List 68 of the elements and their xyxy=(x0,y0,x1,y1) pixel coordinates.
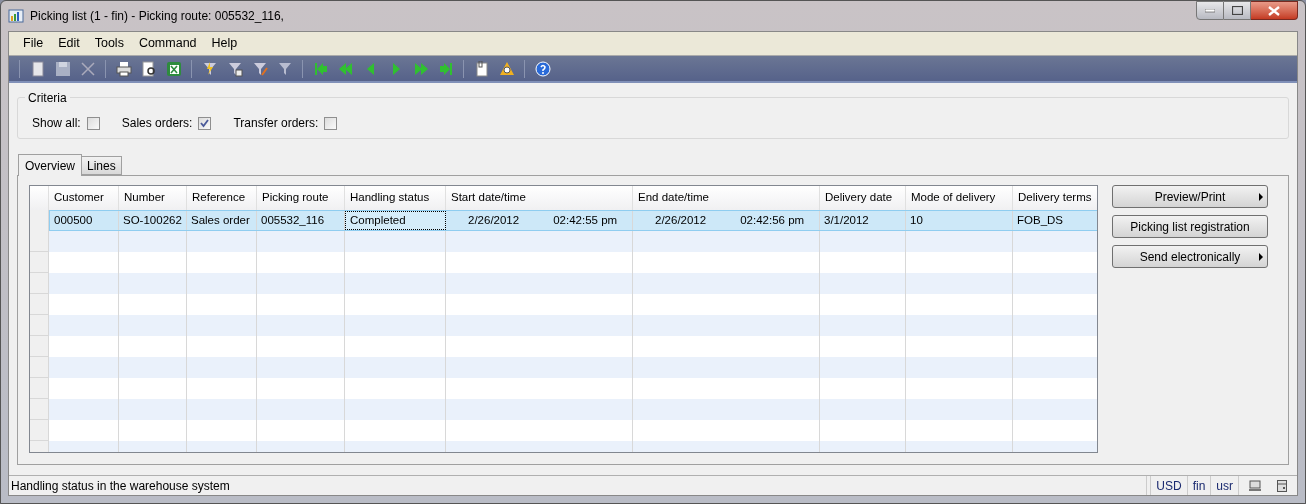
maximize-icon xyxy=(1231,6,1243,15)
maximize-button[interactable] xyxy=(1224,1,1251,20)
checkbox-label: Transfer orders: xyxy=(233,115,319,132)
close-button[interactable] xyxy=(1251,1,1298,20)
table-row[interactable]: 000500 SO-100262 Sales order 005532_116 Completed 2/26/2012 02:42:55 pm 2/26/2012 02:42:56 pm 3/1/2012 10 FOB_DS xyxy=(49,210,1097,231)
delete-icon xyxy=(79,60,96,77)
print-preview-button[interactable] xyxy=(139,59,158,78)
status-message: Handling status in the warehouse system xyxy=(10,477,231,495)
action-button[interactable]: Send electronically xyxy=(1112,245,1268,268)
status-field: fin xyxy=(1186,476,1211,495)
close-icon xyxy=(1268,5,1280,16)
tab[interactable]: Overview xyxy=(18,154,82,176)
save-button[interactable] xyxy=(53,59,72,78)
filter-grid-icon xyxy=(226,60,243,77)
status-field: usr xyxy=(1210,476,1238,495)
new-document-icon xyxy=(29,60,46,77)
table-cell[interactable]: Sales order xyxy=(187,211,257,230)
filter-edit-icon xyxy=(251,60,268,77)
help-icon xyxy=(534,60,551,77)
action-button[interactable]: Picking list registration xyxy=(1112,215,1268,238)
delete-button[interactable] xyxy=(78,59,97,78)
last-record-icon xyxy=(437,60,454,77)
date-text: 2/26/2012 xyxy=(655,212,707,228)
menu-item[interactable]: Help xyxy=(205,34,244,53)
checkbox[interactable] xyxy=(324,116,338,130)
print-button[interactable] xyxy=(114,59,133,78)
minimize-button[interactable] xyxy=(1196,1,1224,20)
time-text: 02:42:55 pm xyxy=(553,212,618,228)
checkmark-icon xyxy=(200,118,210,128)
menu-item[interactable]: Tools xyxy=(88,34,130,53)
menu-item[interactable]: Command xyxy=(132,34,203,53)
table-cell[interactable]: 000500 xyxy=(50,211,119,230)
table-cell[interactable]: Completed xyxy=(345,211,446,230)
checkbox-label: Show all: xyxy=(32,115,81,132)
tab[interactable]: Lines xyxy=(82,156,122,175)
help-button[interactable] xyxy=(533,59,552,78)
action-button[interactable]: Preview/Print xyxy=(1112,185,1268,208)
print-icon xyxy=(115,60,132,77)
computer-icon xyxy=(1249,479,1261,492)
spreadsheet-button[interactable] xyxy=(164,59,183,78)
checkbox-label: Sales orders: xyxy=(121,115,193,132)
print-preview-icon xyxy=(140,60,157,77)
menu-item[interactable]: File xyxy=(17,34,50,53)
table-cell[interactable]: FOB_DS xyxy=(1013,211,1097,230)
time-text: 02:42:56 pm xyxy=(740,212,805,228)
checkbox[interactable] xyxy=(86,116,100,130)
minimize-icon xyxy=(1205,8,1215,13)
document-icon xyxy=(473,60,490,77)
next-page-icon xyxy=(412,60,429,77)
database-icon xyxy=(1277,479,1287,492)
menu-item[interactable]: Edit xyxy=(52,34,86,53)
first-record-icon xyxy=(312,60,329,77)
save-icon xyxy=(54,60,71,77)
table-cell[interactable]: 3/1/2012 xyxy=(820,211,906,230)
lightning-filter-icon xyxy=(201,60,218,77)
table-cell[interactable]: SO-100262 xyxy=(119,211,187,230)
table-cell[interactable]: 2/26/2012 02:42:56 pm xyxy=(633,211,820,230)
table-cell[interactable]: 10 xyxy=(906,211,1013,230)
filter-icon xyxy=(276,60,293,77)
date-text: 2/26/2012 xyxy=(468,212,520,228)
app-icon xyxy=(8,8,24,24)
alert-icon xyxy=(498,60,515,77)
previous-page-icon xyxy=(337,60,354,77)
window-title: Picking list (1 - fin) - Picking route: 005532_116, xyxy=(30,8,284,25)
spreadsheet-icon xyxy=(165,60,182,77)
status-field: USD xyxy=(1150,476,1187,495)
checkbox[interactable] xyxy=(198,116,212,130)
table-cell[interactable]: 2/26/2012 02:42:55 pm xyxy=(446,211,633,230)
